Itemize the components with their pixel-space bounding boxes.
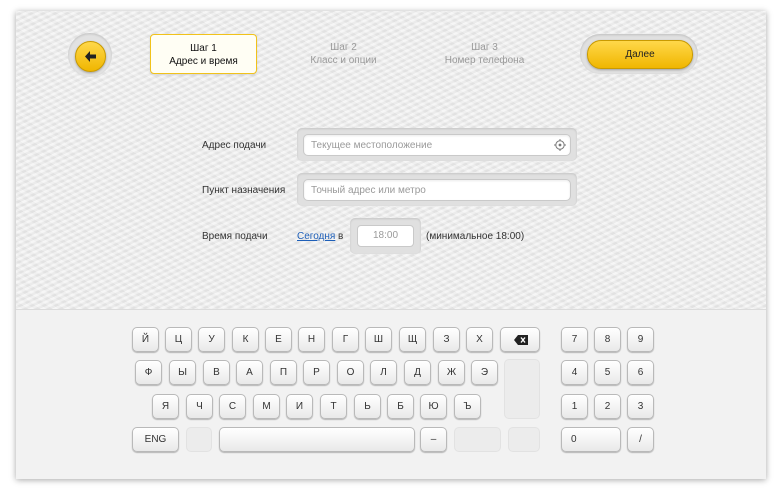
numpad-key-0[interactable]: 0 (561, 427, 621, 452)
key-row1-2[interactable]: Ц (165, 327, 192, 352)
key-row3-3[interactable]: С (219, 394, 246, 419)
key-row3-4[interactable]: М (253, 394, 280, 419)
language-switch-key[interactable]: ENG (132, 427, 179, 452)
step-2-title: Шаг 2 (330, 42, 357, 53)
key-row1-5[interactable]: Е (265, 327, 292, 352)
key-row2-6[interactable]: Р (303, 360, 330, 385)
step-1[interactable]: Шаг 1 Адрес и время (150, 34, 257, 74)
step-3[interactable]: Шаг 3 Номер телефона (431, 34, 538, 74)
space-key[interactable] (219, 427, 415, 452)
key-row3-8[interactable]: Б (387, 394, 414, 419)
key-row2-9[interactable]: Д (404, 360, 431, 385)
key-row3-9[interactable]: Ю (420, 394, 447, 419)
dash-key[interactable]: – (420, 427, 447, 452)
pickup-input[interactable] (303, 134, 571, 156)
step-3-title: Шаг 3 (471, 42, 498, 53)
key-row1-7[interactable]: Г (332, 327, 359, 352)
key-row2-11[interactable]: Э (471, 360, 498, 385)
key-row1-10[interactable]: З (433, 327, 460, 352)
numpad-key-4[interactable]: 4 (561, 360, 588, 385)
blank-key-left (186, 427, 212, 452)
numpad-key-5[interactable]: 5 (594, 360, 621, 385)
step-3-subtitle: Номер телефона (444, 55, 525, 66)
step-1-title: Шаг 1 (190, 43, 217, 54)
back-button[interactable] (75, 41, 106, 72)
key-row2-1[interactable]: Ф (135, 360, 162, 385)
app-window: Шаг 1 Адрес и время Шаг 2 Класс и опции … (16, 11, 766, 479)
key-row3-1[interactable]: Я (152, 394, 179, 419)
key-row1-4[interactable]: К (232, 327, 259, 352)
step-2-subtitle: Класс и опции (310, 55, 377, 66)
key-row2-10[interactable]: Ж (438, 360, 465, 385)
backspace-key[interactable] (500, 327, 540, 352)
today-link[interactable]: Сегодня (297, 231, 335, 242)
numpad-key-6[interactable]: 6 (627, 360, 654, 385)
numpad-key-8[interactable]: 8 (594, 327, 621, 352)
key-row1-11[interactable]: Х (466, 327, 493, 352)
destination-label: Пункт назначения (202, 185, 286, 196)
blank-key-middle (454, 427, 501, 452)
key-row2-2[interactable]: Ы (169, 360, 196, 385)
key-row1-3[interactable]: У (198, 327, 225, 352)
key-row2-3[interactable]: В (203, 360, 230, 385)
key-row2-5[interactable]: П (270, 360, 297, 385)
numpad-key-1[interactable]: 1 (561, 394, 588, 419)
destination-input[interactable] (303, 179, 571, 201)
arrow-left-icon (85, 51, 96, 62)
step-1-subtitle: Адрес и время (169, 56, 238, 67)
time-preposition: в (338, 231, 344, 242)
key-row1-9[interactable]: Щ (399, 327, 426, 352)
key-row1-1[interactable]: Й (132, 327, 159, 352)
locate-icon[interactable] (554, 139, 566, 151)
time-input[interactable]: 18:00 (357, 225, 414, 247)
key-row3-2[interactable]: Ч (186, 394, 213, 419)
numpad-key-2[interactable]: 2 (594, 394, 621, 419)
blank-key-right (508, 427, 540, 452)
key-row3-7[interactable]: Ь (354, 394, 381, 419)
key-row2-7[interactable]: О (337, 360, 364, 385)
time-hint: (минимальное 18:00) (426, 231, 525, 242)
enter-key-placeholder (504, 359, 540, 419)
numpad-key-3[interactable]: 3 (627, 394, 654, 419)
key-row3-6[interactable]: Т (320, 394, 347, 419)
numpad-key-9[interactable]: 9 (627, 327, 654, 352)
key-row1-6[interactable]: Н (298, 327, 325, 352)
time-label: Время подачи (202, 231, 268, 242)
step-2[interactable]: Шаг 2 Класс и опции (290, 34, 397, 74)
key-row2-4[interactable]: А (236, 360, 263, 385)
numpad-key-slash[interactable]: / (627, 427, 654, 452)
pickup-label: Адрес подачи (202, 140, 267, 151)
next-button[interactable]: Далее (587, 40, 693, 69)
numpad-key-7[interactable]: 7 (561, 327, 588, 352)
on-screen-keyboard: Й Ц У К Е Н Г Ш Щ З Х Ф Ы В А П Р О Л Д … (16, 309, 766, 479)
key-row3-5[interactable]: И (286, 394, 313, 419)
key-row3-10[interactable]: Ъ (454, 394, 481, 419)
key-row1-8[interactable]: Ш (365, 327, 392, 352)
backspace-icon (514, 335, 528, 345)
form-panel: Шаг 1 Адрес и время Шаг 2 Класс и опции … (16, 11, 766, 309)
key-row2-8[interactable]: Л (370, 360, 397, 385)
